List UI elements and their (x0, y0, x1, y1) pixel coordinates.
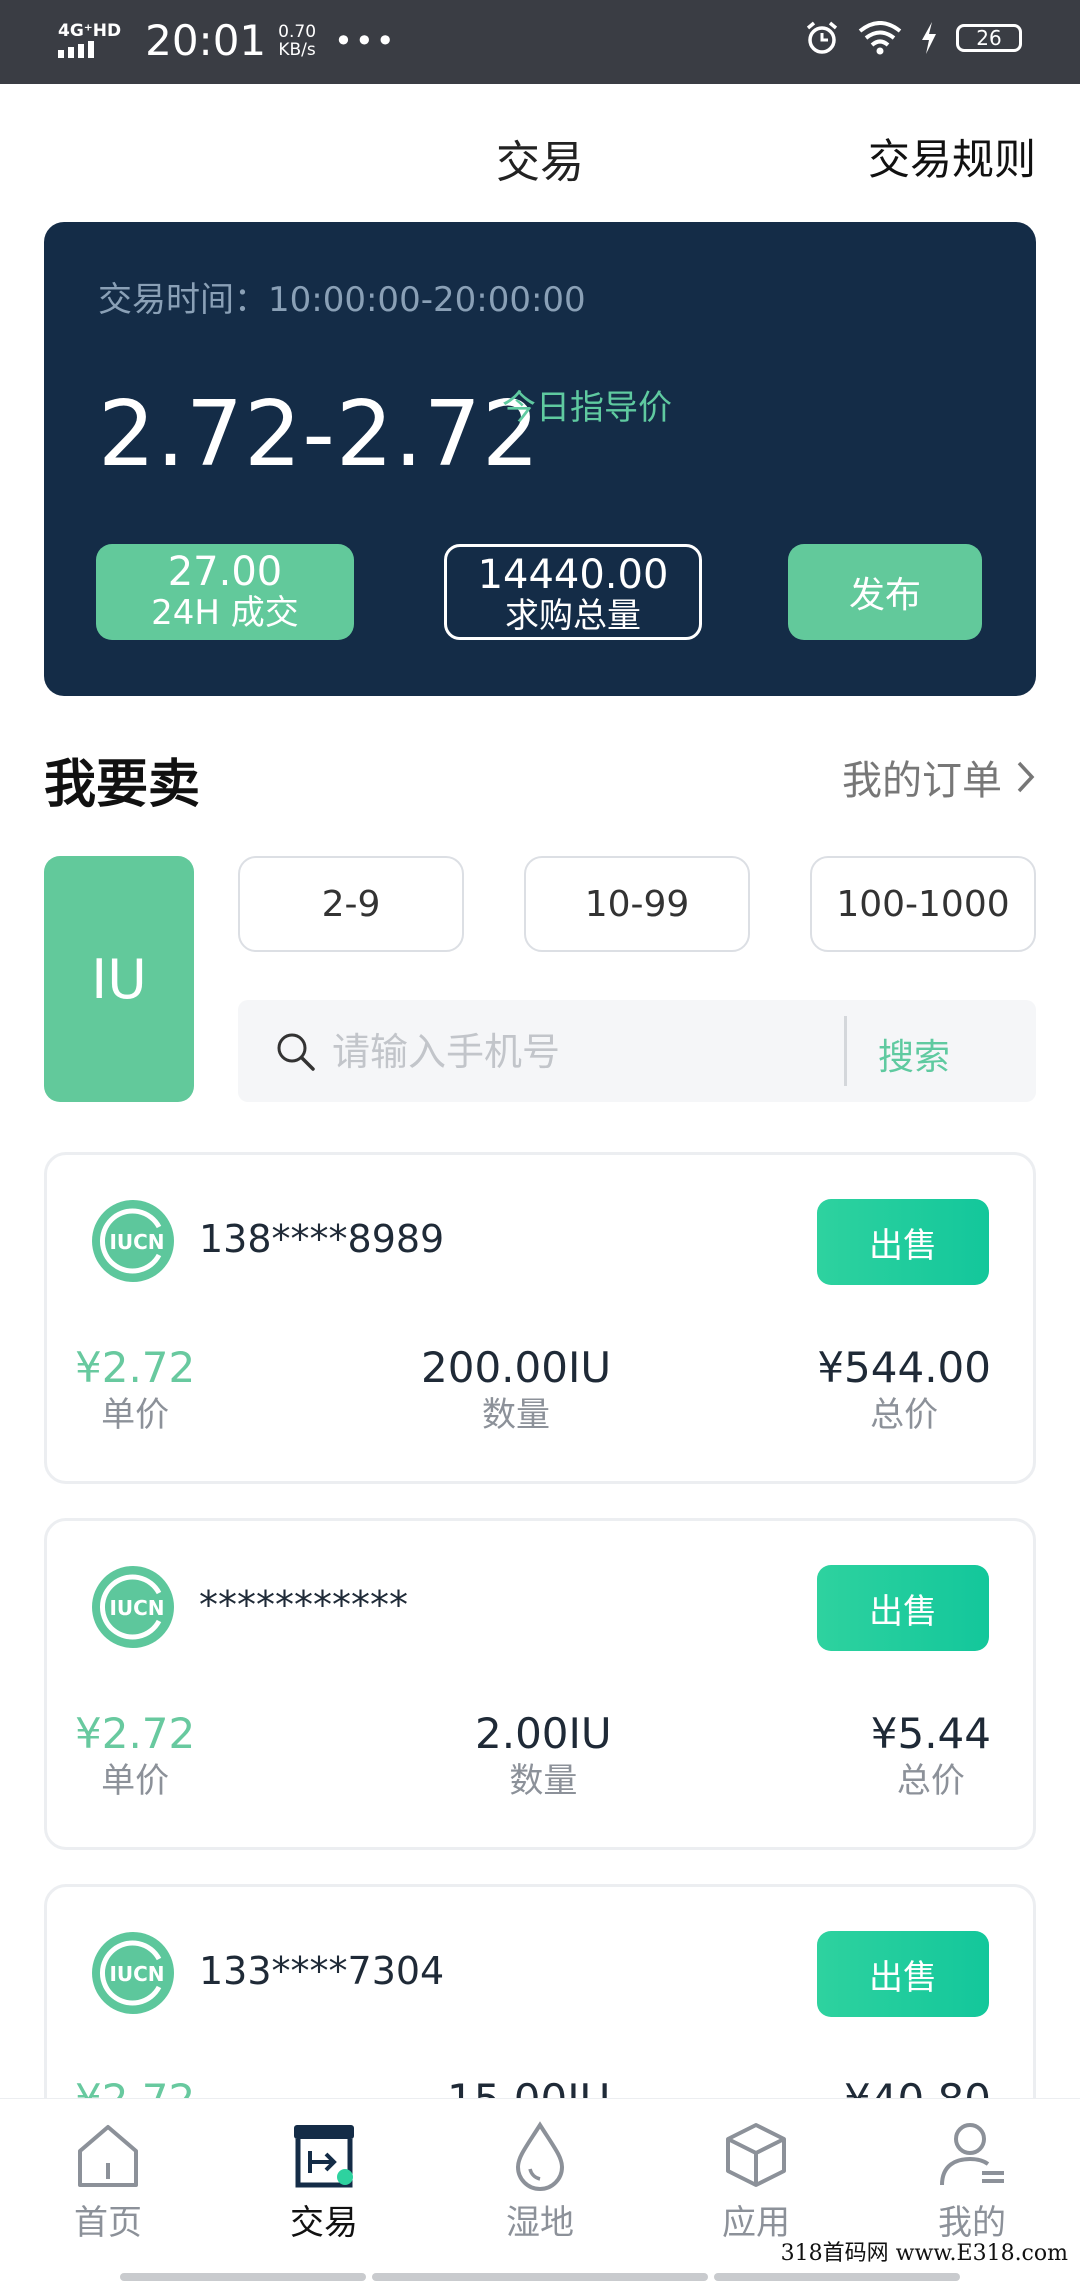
unit-price: ¥2.72 (75, 1343, 196, 1392)
quantity-column: 200.00IU 数量 (421, 1345, 611, 1439)
quantity: 200.00IU (421, 1343, 612, 1392)
phone-search-input[interactable] (330, 1020, 774, 1084)
search-bar: 搜索 (238, 1000, 1036, 1102)
unit-price: ¥2.72 (75, 2077, 195, 2099)
svg-text:IUCN: IUCN (109, 1230, 164, 1254)
range-filter-2-9[interactable]: 2-9 (238, 856, 464, 952)
market-summary-card: 交易时间：10:00:00-20:00:00 2.72-2.72 今日指导价 2… (44, 222, 1036, 696)
battery-icon: 26 (956, 24, 1022, 52)
total-price-column: ¥5.44 总价 (871, 1711, 991, 1805)
watermark: 318首码网 www.E318.com (780, 2241, 1068, 2266)
app-header: 交易 交易规则 (0, 84, 1080, 220)
price-range: 2.72-2.72 (98, 382, 541, 487)
total-price: ¥544.00 (817, 1343, 991, 1392)
search-button[interactable]: 搜索 (878, 1028, 950, 1080)
signal-icon (58, 41, 121, 58)
total-price-label: 总价 (870, 1395, 939, 1435)
speed-unit: KB/s (278, 39, 316, 60)
water-drop-icon (515, 2121, 565, 2191)
unit-price-label: 单价 (101, 1395, 170, 1435)
total-price: ¥5.44 (870, 1709, 991, 1758)
total-price-column: ¥544.00 总价 (817, 1345, 991, 1439)
search-icon (277, 1033, 315, 1071)
volume-label: 24H 成交 (151, 593, 299, 633)
range-filter-100-1000[interactable]: 100-1000 (810, 856, 1036, 952)
tab-profile[interactable]: 我的 (864, 2119, 1080, 2244)
tab-home[interactable]: 首页 (0, 2119, 216, 2244)
quantity: 2.00IU (475, 1709, 612, 1758)
svg-text:IUCN: IUCN (109, 1962, 164, 1986)
iucn-logo-icon: IUCN (92, 1932, 174, 2014)
trading-rules-link[interactable]: 交易规则 (868, 126, 1036, 187)
range-filter-10-99[interactable]: 10-99 (524, 856, 750, 952)
volume-24h-box: 27.00 24H 成交 (96, 544, 354, 640)
publish-button[interactable]: 发布 (788, 544, 982, 640)
total-price: ¥40.80 (844, 2077, 991, 2099)
trade-icon (294, 2125, 354, 2188)
trading-hours: 交易时间：10:00:00-20:00:00 (98, 280, 586, 320)
clock: 20:01 (145, 16, 267, 65)
iucn-logo-icon: IUCN (92, 1566, 174, 1648)
token-tab-iu[interactable]: IU (44, 856, 194, 1102)
tab-home-label: 首页 (74, 2203, 142, 2243)
search-divider (844, 1016, 847, 1086)
quantity-column: 15.00IU 数量 (447, 2077, 610, 2099)
sell-button[interactable]: 出售 (817, 1565, 989, 1651)
wifi-icon (858, 21, 902, 55)
alarm-icon (806, 21, 838, 54)
guide-price-label: 今日指导价 (502, 388, 672, 428)
my-orders-link[interactable]: 我的订单 (842, 748, 1036, 806)
status-bar: 4G⁺HD 20:01 0.70 KB/s ••• 26 (0, 0, 1080, 84)
bottom-tab-bar: 首页 交易 湿地 应用 我的 318首码网 www.E318.com (0, 2098, 1080, 2281)
svg-text:IUCN: IUCN (109, 1596, 164, 1620)
total-demand-box: 14440.00 求购总量 (444, 544, 702, 640)
network-type: 4G⁺HD (58, 21, 122, 41)
sell-button[interactable]: 出售 (817, 1199, 989, 1285)
profile-icon (940, 2123, 1004, 2186)
tab-wetland-label: 湿地 (506, 2203, 574, 2243)
seller-phone: 138****8989 (199, 1217, 445, 1261)
unit-price-label: 单价 (101, 1761, 170, 1801)
iucn-logo-icon: IUCN (92, 1200, 174, 1282)
speed-value: 0.70 (278, 21, 317, 42)
sell-button[interactable]: 出售 (817, 1931, 989, 2017)
order-card: IUCN 133****7304 出售 ¥2.72 单价 15.00IU 数量 … (44, 1884, 1036, 2098)
sell-section-title: 我要卖 (44, 755, 201, 815)
order-card: IUCN 138****8989 出售 ¥2.72 单价 200.00IU 数量… (44, 1152, 1036, 1484)
cube-icon (726, 2123, 786, 2187)
quantity: 15.00IU (447, 2077, 610, 2099)
quantity-label: 数量 (509, 1761, 578, 1801)
tab-wetland[interactable]: 湿地 (432, 2119, 648, 2244)
quantity-label: 数量 (482, 1395, 551, 1435)
sell-order-list[interactable]: IUCN 138****8989 出售 ¥2.72 单价 200.00IU 数量… (0, 1150, 1080, 2098)
charging-icon (922, 22, 936, 54)
tab-trade-label: 交易 (290, 2203, 358, 2243)
chevron-right-icon (1017, 761, 1035, 793)
total-price-label: 总价 (896, 1761, 965, 1801)
seller-phone: *********** (199, 1583, 408, 1627)
network-indicator: 4G⁺HD (58, 23, 121, 58)
network-speed: 0.70 KB/s (278, 23, 316, 59)
tab-trade[interactable]: 交易 (216, 2119, 432, 2244)
total-price-column: ¥40.80 总价 (844, 2077, 991, 2099)
seller-phone: 133****7304 (199, 1949, 445, 1993)
unit-price-column: ¥2.72 单价 (75, 1711, 195, 1805)
unit-price-column: ¥2.72 单价 (75, 1345, 195, 1439)
my-orders-label: 我的订单 (842, 758, 1002, 804)
demand-value: 14440.00 (477, 552, 669, 598)
volume-value: 27.00 (167, 549, 283, 595)
quantity-column: 2.00IU 数量 (475, 1711, 612, 1805)
demand-label: 求购总量 (505, 596, 641, 636)
home-icon (78, 2125, 138, 2187)
order-card: IUCN *********** 出售 ¥2.72 单价 2.00IU 数量 ¥… (44, 1518, 1036, 1850)
tab-apps[interactable]: 应用 (648, 2119, 864, 2244)
unit-price: ¥2.72 (75, 1709, 196, 1758)
unit-price-column: ¥2.72 单价 (75, 2077, 195, 2099)
more-notifications-icon: ••• (334, 21, 397, 60)
